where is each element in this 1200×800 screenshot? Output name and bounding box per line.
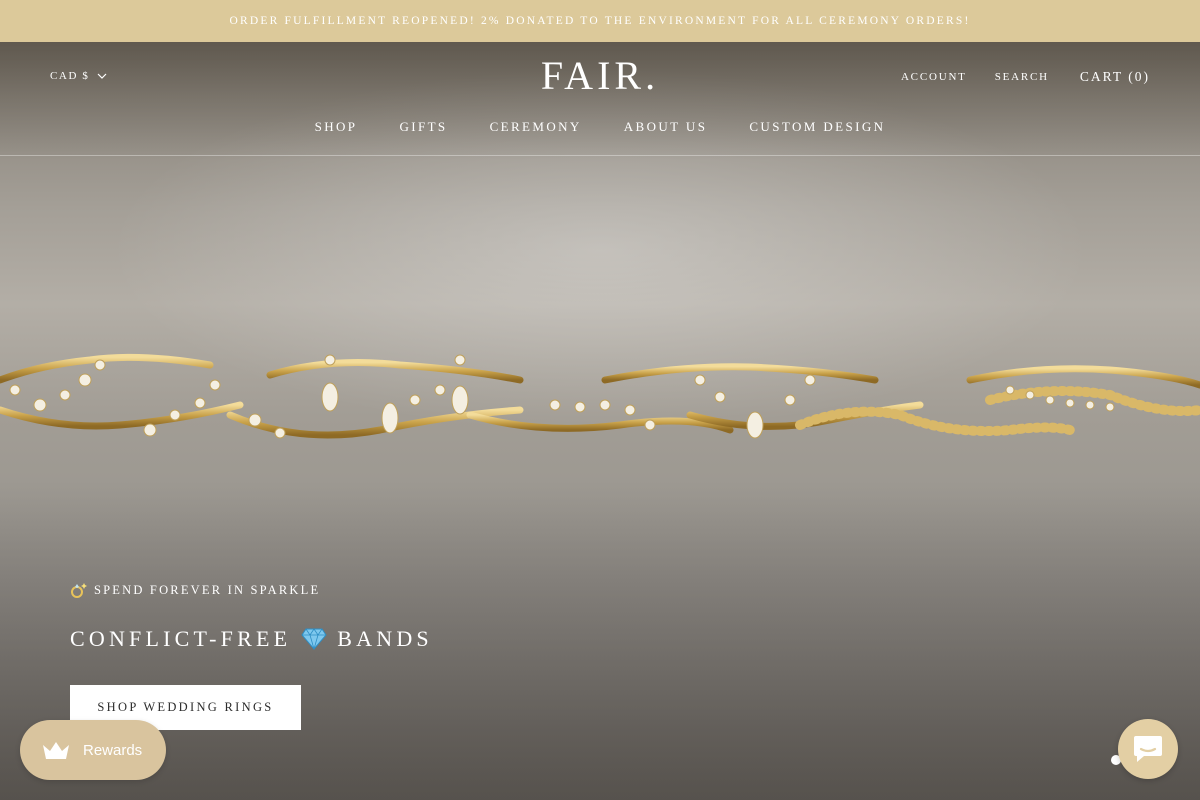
nav-item-custom-design[interactable]: CUSTOM DESIGN [749,119,885,135]
hero-headline: CONFLICT-FREE BANDS [70,626,433,652]
search-link[interactable]: SEARCH [995,71,1049,83]
cart-link[interactable]: CART (0) [1080,69,1150,85]
hero-eyebrow-text: SPEND FOREVER IN SPARKLE [94,582,321,597]
hero-headline-before: CONFLICT-FREE [70,626,292,651]
hero-eyebrow: SPEND FOREVER IN SPARKLE [70,582,433,598]
rewards-label: Rewards [83,741,143,759]
announcement-bar[interactable]: ORDER FULFILLMENT REOPENED! 2% DONATED T… [0,0,1200,42]
chat-bubble-icon [1134,736,1162,762]
sparkle-ring-icon [71,583,87,598]
chat-button[interactable] [1118,719,1178,779]
rings-image [0,353,1200,439]
crown-icon [43,742,69,759]
nav-item-about-us[interactable]: ABOUT US [624,119,708,135]
gem-stone-icon [301,628,327,650]
account-link[interactable]: ACCOUNT [901,71,967,83]
nav-item-ceremony[interactable]: CEREMONY [490,119,582,135]
hero-headline-after: BANDS [337,626,433,651]
main-nav: SHOP GIFTS CEREMONY ABOUT US CUSTOM DESI… [0,119,1200,135]
nav-item-gifts[interactable]: GIFTS [399,119,447,135]
announcement-text[interactable]: ORDER FULFILLMENT REOPENED! 2% DONATED T… [229,15,970,27]
site-header: CAD $ FAIR. ACCOUNT SEARCH CART (0) SHOP… [0,42,1200,156]
logo-link[interactable]: FAIR. [541,53,659,98]
hero-content: SPEND FOREVER IN SPARKLE CONFLICT-FREE B… [70,582,433,652]
rewards-button[interactable]: Rewards [20,720,166,780]
header-actions: ACCOUNT SEARCH CART (0) [901,69,1150,85]
nav-item-shop[interactable]: SHOP [315,119,358,135]
